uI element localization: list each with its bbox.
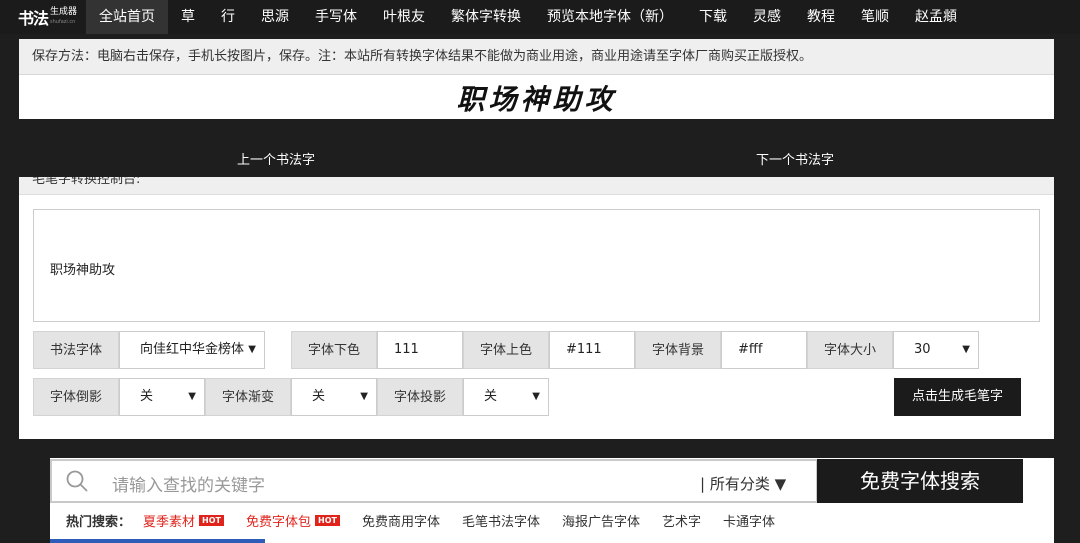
- font-search-area: 请输入查找的关键字 | 所有分类 ▼ 免费字体搜索 热门搜索： 夏季素材 HOT…: [50, 458, 1054, 543]
- nav-item-download[interactable]: 下载: [686, 0, 740, 34]
- gradient-label: 字体渐变: [205, 378, 291, 416]
- hot-keyword-art[interactable]: 艺术字: [662, 511, 701, 530]
- panel-title: 毛笔字转换控制台:: [32, 177, 141, 187]
- chevron-down-icon: ▼: [188, 391, 196, 402]
- converter-panel: 毛笔字转换控制台: 职场神助攻 书法字体 向佳红中华金榜体 ▼ 字体下色 111…: [19, 177, 1054, 439]
- font-label: 书法字体: [33, 331, 119, 369]
- nav-item-siyuan[interactable]: 思源: [248, 0, 302, 34]
- hot-keyword-summer[interactable]: 夏季素材: [143, 511, 195, 530]
- top-color-label: 字体上色: [463, 331, 549, 369]
- nav-item-xing[interactable]: 行: [208, 0, 248, 34]
- background-input[interactable]: #fff: [721, 331, 807, 369]
- nav-item-traditional-convert[interactable]: 繁体字转换: [438, 0, 534, 34]
- size-label: 字体大小: [807, 331, 893, 369]
- gradient-select[interactable]: 关 ▼: [291, 378, 377, 416]
- chevron-down-icon: ▼: [248, 344, 256, 355]
- hot-searches: 热门搜索： 夏季素材 HOT 免费字体包 HOT 免费商用字体 毛笔书法字体 海…: [66, 511, 797, 530]
- category-dropdown[interactable]: | 所有分类 ▼: [700, 473, 786, 494]
- nav-item-yegenyou[interactable]: 叶根友: [370, 0, 438, 34]
- generate-button[interactable]: 点击生成毛笔字: [894, 378, 1021, 416]
- logo-domain-text: shufazi.cn: [50, 19, 76, 25]
- shadow-select-value: 关: [484, 389, 498, 404]
- nav-item-tutorial[interactable]: 教程: [794, 0, 848, 34]
- background-label: 字体背景: [635, 331, 721, 369]
- hot-keyword-poster[interactable]: 海报广告字体: [562, 511, 640, 530]
- preview-text: 职场神助攻: [456, 83, 617, 116]
- shadow-label: 字体投影: [377, 378, 463, 416]
- logo-sub-text: 生成器: [50, 7, 78, 17]
- chevron-down-icon: ▼: [360, 391, 368, 402]
- nav-item-zhao-mengfu[interactable]: 赵孟頫: [902, 0, 970, 34]
- pager-band: 上一个书法字 下一个书法字: [0, 119, 1080, 177]
- site-logo[interactable]: 书法 生成器 shufazi.cn: [0, 0, 86, 34]
- calligraphy-preview: 职场神助攻: [19, 75, 1054, 119]
- search-placeholder: 请输入查找的关键字: [112, 476, 265, 496]
- hot-keyword-cartoon[interactable]: 卡通字体: [723, 511, 775, 530]
- font-select[interactable]: 向佳红中华金榜体 ▼: [119, 331, 265, 369]
- nav-item-stroke-order[interactable]: 笔顺: [848, 0, 902, 34]
- bottom-color-input[interactable]: 111: [377, 331, 463, 369]
- hot-keyword-free-pack[interactable]: 免费字体包: [246, 511, 311, 530]
- bottom-color-label: 字体下色: [291, 331, 377, 369]
- nav-item-inspiration[interactable]: 灵感: [740, 0, 794, 34]
- nav-item-handwriting[interactable]: 手写体: [302, 0, 370, 34]
- search-input[interactable]: 请输入查找的关键字 | 所有分类 ▼: [50, 459, 818, 503]
- reflection-label: 字体倒影: [33, 378, 119, 416]
- reflection-select-value: 关: [140, 389, 154, 404]
- nav-item-home[interactable]: 全站首页: [86, 0, 168, 34]
- hot-keyword-commercial[interactable]: 免费商用字体: [362, 511, 440, 530]
- reflection-select[interactable]: 关 ▼: [119, 378, 205, 416]
- gradient-select-value: 关: [312, 389, 326, 404]
- nav-item-cao[interactable]: 草: [168, 0, 208, 34]
- font-select-value: 向佳红中华金榜体: [140, 342, 245, 357]
- top-nav: 书法 生成器 shufazi.cn 全站首页 草 行 思源 手写体 叶根友 繁体…: [0, 0, 1080, 34]
- size-select[interactable]: 30 ▼: [893, 331, 979, 369]
- chevron-down-icon: ▼: [962, 344, 970, 355]
- hot-search-label: 热门搜索：: [66, 515, 132, 530]
- next-calligraphy-link[interactable]: 下一个书法字: [756, 149, 834, 168]
- blue-divider: [50, 539, 265, 543]
- hot-keyword-brush[interactable]: 毛笔书法字体: [462, 511, 540, 530]
- top-color-input[interactable]: #111: [549, 331, 635, 369]
- chevron-down-icon: ▼: [532, 391, 540, 402]
- hot-badge: HOT: [199, 515, 224, 526]
- size-select-value: 30: [914, 342, 931, 357]
- logo-main-text: 书法: [18, 9, 49, 28]
- hot-badge: HOT: [315, 515, 340, 526]
- search-button[interactable]: 免费字体搜索: [817, 459, 1023, 503]
- panel-header: 毛笔字转换控制台:: [19, 177, 1054, 195]
- search-icon: [66, 470, 88, 492]
- text-input-area[interactable]: 职场神助攻: [33, 209, 1040, 322]
- prev-calligraphy-link[interactable]: 上一个书法字: [237, 149, 315, 168]
- save-notice: 保存方法：电脑右击保存，手机长按图片，保存。注：本站所有转换字体结果不能做为商业…: [19, 39, 1054, 75]
- shadow-select[interactable]: 关 ▼: [463, 378, 549, 416]
- nav-item-local-preview[interactable]: 预览本地字体（新）: [534, 0, 686, 34]
